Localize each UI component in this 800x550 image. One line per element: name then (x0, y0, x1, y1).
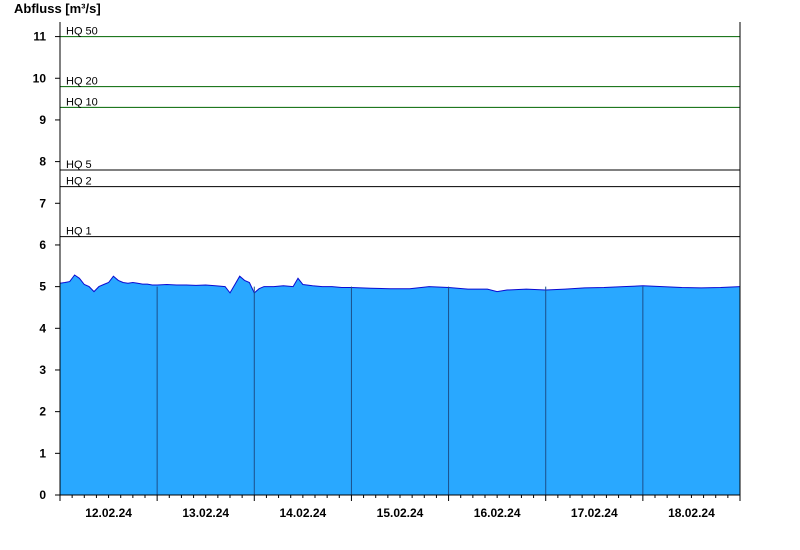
threshold-label: HQ 1 (66, 226, 92, 238)
threshold-label: HQ 2 (66, 176, 92, 188)
threshold-label: HQ 20 (66, 76, 98, 88)
y-tick-label: 6 (39, 238, 46, 252)
y-tick-label: 3 (39, 363, 46, 377)
x-tick-label: 13.02.24 (182, 506, 229, 520)
threshold-label: HQ 10 (66, 96, 98, 108)
plot-area: HQ 50HQ 20HQ 10HQ 5HQ 2HQ 10123456789101… (33, 22, 741, 520)
discharge-area (60, 275, 740, 495)
y-tick-label: 8 (39, 155, 46, 169)
y-tick-label: 2 (39, 405, 46, 419)
y-tick-label: 0 (39, 488, 46, 502)
y-tick-label: 11 (33, 30, 46, 44)
y-tick-label: 7 (39, 196, 46, 210)
y-tick-label: 1 (39, 446, 46, 460)
threshold-label: HQ 50 (66, 26, 98, 38)
discharge-chart: Abfluss [m³/s] HQ 50HQ 20HQ 10HQ 5HQ 2HQ… (14, 1, 741, 520)
threshold-label: HQ 5 (66, 159, 92, 171)
x-tick-label: 12.02.24 (85, 506, 132, 520)
x-tick-label: 17.02.24 (571, 506, 618, 520)
y-axis-label: Abfluss [m³/s] (14, 1, 101, 16)
x-tick-label: 18.02.24 (668, 506, 715, 520)
y-tick-label: 10 (33, 71, 47, 85)
y-tick-label: 5 (39, 280, 46, 294)
y-tick-label: 9 (39, 113, 46, 127)
x-tick-label: 14.02.24 (279, 506, 326, 520)
x-tick-label: 15.02.24 (377, 506, 424, 520)
y-tick-label: 4 (39, 321, 46, 335)
x-tick-label: 16.02.24 (474, 506, 521, 520)
